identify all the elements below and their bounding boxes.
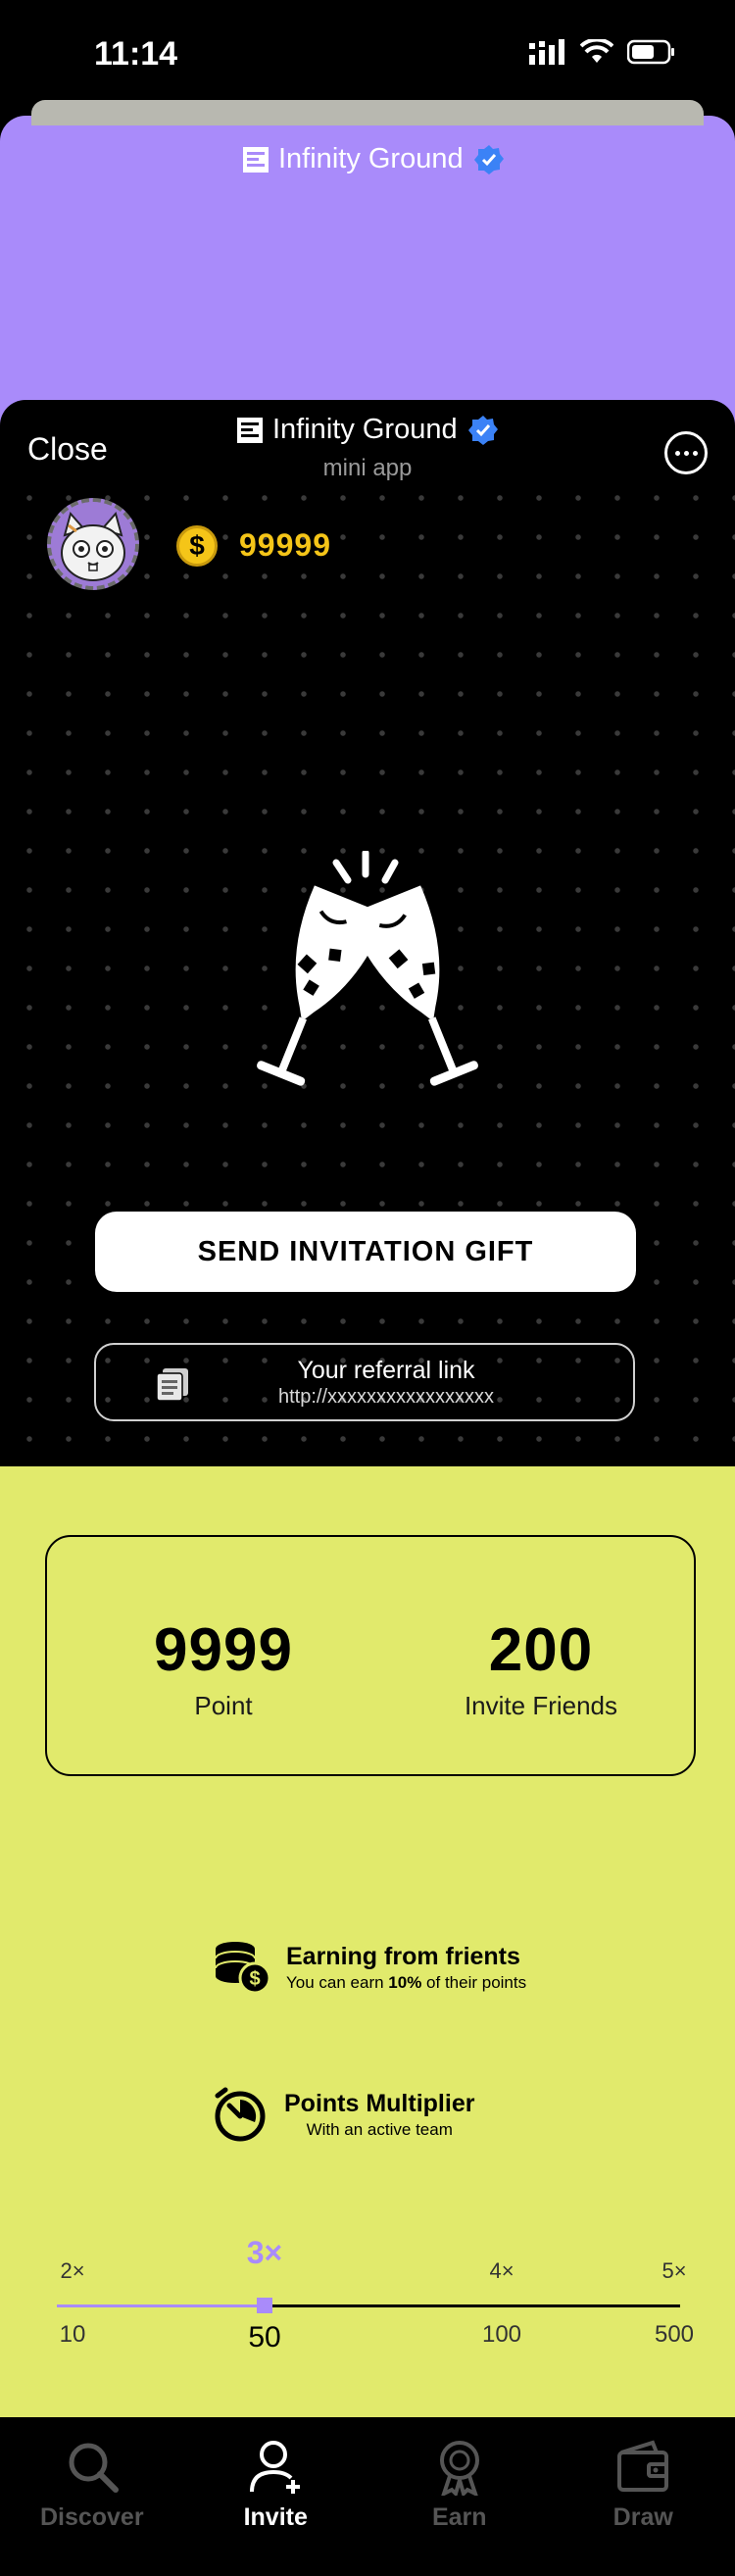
earning-desc-percent: 10% [388, 1972, 422, 1992]
earning-title: Earning from frients [286, 1942, 520, 1970]
earning-desc-suffix: of their points [421, 1972, 527, 1992]
background-brand: Infinity Ground [243, 143, 505, 175]
wallet-icon [617, 2440, 669, 2492]
earning-text: Earning from frients You can earn 10% of… [286, 1943, 526, 1993]
user-avatar[interactable] [47, 498, 139, 590]
multiplier-threshold-label: 100 [481, 2321, 522, 2348]
points-label: Point [194, 1691, 253, 1720]
tab-invite[interactable]: Invite [184, 2417, 368, 2576]
background-sheet: Infinity Ground [0, 100, 735, 429]
tab-earn[interactable]: Earn [368, 2417, 552, 2576]
tab-earn-label: Earn [431, 2503, 487, 2531]
infinity-ground-logo-icon [243, 146, 269, 173]
wifi-icon [580, 39, 613, 63]
slider-knob[interactable] [257, 2298, 272, 2313]
mini-app-brand-name: Infinity Ground [272, 414, 458, 445]
coin-balance: 99999 [239, 527, 331, 563]
status-time: 11:14 [94, 35, 178, 73]
champagne-cheers-icon [257, 851, 478, 1086]
points-value: 9999 [154, 1616, 293, 1684]
timer-icon [215, 2087, 266, 2142]
referral-link-label: Your referral link [297, 1357, 475, 1384]
svg-text:$: $ [249, 1968, 260, 1990]
earning-description: You can earn 10% of their points [286, 1973, 526, 1993]
more-dot [674, 450, 680, 456]
mini-app-brand: Infinity Ground [237, 414, 499, 446]
status-icons [529, 39, 676, 65]
multiplier-feature: Points Multiplier With an active team [212, 2086, 474, 2143]
stats-card: 9999 Point 200 Invite Friends [45, 1535, 696, 1776]
invite-friends-label: Invite Friends [464, 1691, 618, 1720]
mini-app-subtitle: mini app [322, 455, 413, 481]
multiplier-threshold-label: 500 [654, 2321, 695, 2348]
verified-badge-icon [467, 415, 498, 445]
cat-avatar-icon [51, 502, 135, 586]
coin-icon: $ [176, 525, 218, 567]
infinity-ground-logo-icon [237, 417, 263, 443]
background-brand-name: Infinity Ground [278, 143, 464, 174]
cellular-signal-icon [529, 39, 564, 65]
multiplier-title: Points Multiplier [284, 2089, 475, 2117]
points-multiplier-slider[interactable]: 2× 10 3× 50 4× 100 5× 500 [0, 2211, 735, 2358]
add-user-icon [250, 2441, 301, 2494]
earning-feature: $ Earning from frients You can earn 10% … [214, 1939, 526, 1996]
slider-fill [57, 2304, 265, 2307]
sheet-stack-edge [31, 100, 704, 125]
multiplier-step-label: 5× [662, 2258, 687, 2283]
medal-icon [439, 2441, 479, 2496]
multiplier-threshold-label: 10 [59, 2321, 86, 2348]
status-bar: 11:14 [0, 0, 735, 108]
coin-stack-icon: $ [215, 1942, 270, 1995]
verified-badge-icon [473, 144, 504, 174]
tab-discover-label: Discover [39, 2503, 144, 2531]
bottom-tab-bar: Discover Invite Earn Draw [0, 2417, 735, 2576]
more-options-button[interactable] [664, 431, 708, 474]
tab-draw-label: Draw [612, 2503, 673, 2531]
tab-discover[interactable]: Discover [0, 2417, 184, 2576]
earning-desc-prefix: You can earn [286, 1972, 389, 1992]
multiplier-step-label: 3× [246, 2235, 283, 2270]
multiplier-text: Points Multiplier With an active team [284, 2090, 474, 2140]
mini-app-sheet: Close Infinity Ground mini app $ 99999 S… [0, 400, 735, 1466]
more-dot [683, 450, 689, 456]
referral-link-button[interactable]: Your referral link http://xxxxxxxxxxxxxx… [94, 1343, 635, 1421]
points-stat: 9999 Point [86, 1615, 361, 1721]
multiplier-step-label: 4× [489, 2258, 514, 2283]
search-icon [69, 2443, 119, 2493]
multiplier-description: With an active team [306, 2119, 453, 2139]
tab-draw[interactable]: Draw [552, 2417, 735, 2576]
send-invitation-gift-button[interactable]: SEND INVITATION GIFT [95, 1212, 636, 1292]
more-dot [692, 450, 698, 456]
invite-friends-stat: 200 Invite Friends [404, 1615, 678, 1721]
multiplier-threshold-label: 50 [248, 2321, 281, 2353]
battery-icon [627, 39, 674, 65]
invite-friends-value: 200 [488, 1616, 594, 1684]
referral-link-url: http://xxxxxxxxxxxxxxxxx [277, 1386, 495, 1408]
invite-stats-section: 9999 Point 200 Invite Friends $ Earning … [0, 1466, 735, 2417]
multiplier-step-label: 2× [60, 2258, 85, 2283]
tab-invite-label: Invite [243, 2503, 308, 2531]
